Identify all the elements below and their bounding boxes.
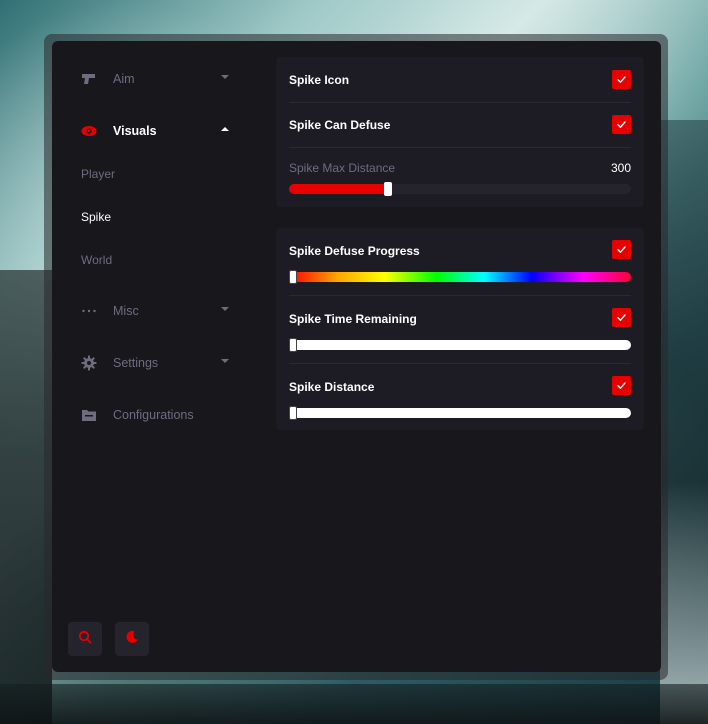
spike-max-distance-label: Spike Max Distance [289, 161, 396, 175]
color-picker-handle[interactable] [289, 270, 297, 284]
sidebar: Aim Visuals Player Spike World Misc Sett… [52, 41, 262, 672]
sidebar-item-label: Misc [113, 304, 139, 318]
chevron-down-icon [221, 75, 229, 79]
spike-max-distance-value: 300 [610, 161, 631, 175]
color-picker-handle[interactable] [289, 406, 297, 420]
chevron-down-icon [221, 359, 229, 363]
spike-defuse-progress-checkbox[interactable] [612, 240, 631, 259]
spike-distance-row: Spike Distance [289, 376, 631, 421]
spike-defuse-progress-color-picker[interactable] [289, 270, 631, 284]
spike-color-panel: Spike Defuse Progress Spike Time Remaini… [276, 228, 644, 430]
menu-window: Aim Visuals Player Spike World Misc Sett… [52, 41, 661, 672]
sidebar-item-label: Aim [113, 72, 135, 86]
spike-time-remaining-label: Spike Time Remaining [289, 312, 417, 326]
spike-icon-row: Spike Icon [289, 70, 631, 89]
divider [289, 363, 631, 364]
background-bottom [0, 684, 708, 724]
sidebar-item-misc[interactable]: Misc [81, 300, 229, 322]
sidebar-item-label: Visuals [113, 124, 157, 138]
sidebar-subitem-player[interactable]: Player [81, 167, 115, 181]
sidebar-item-aim[interactable]: Aim [81, 68, 229, 90]
sidebar-subitem-spike[interactable]: Spike [81, 210, 111, 224]
spike-icon-label: Spike Icon [289, 73, 350, 87]
check-icon [617, 314, 626, 321]
sidebar-subitem-world[interactable]: World [81, 253, 112, 267]
folder-icon [81, 407, 97, 423]
sidebar-item-configurations[interactable]: Configurations [81, 404, 229, 426]
spike-can-defuse-label: Spike Can Defuse [289, 118, 391, 132]
chevron-down-icon [221, 307, 229, 311]
chevron-up-icon [221, 127, 229, 131]
divider [289, 295, 631, 296]
spike-can-defuse-row: Spike Can Defuse [289, 115, 631, 134]
dots-icon [81, 303, 97, 319]
check-icon [617, 246, 626, 253]
search-button[interactable] [68, 622, 102, 656]
sidebar-item-visuals[interactable]: Visuals [81, 120, 229, 142]
spike-defuse-progress-label: Spike Defuse Progress [289, 244, 420, 258]
check-icon [617, 121, 626, 128]
color-picker-handle[interactable] [289, 338, 297, 352]
theme-toggle-button[interactable] [115, 622, 149, 656]
spike-time-remaining-checkbox[interactable] [612, 308, 631, 327]
check-icon [617, 76, 626, 83]
divider [289, 147, 631, 148]
eye-icon [81, 123, 97, 139]
sidebar-item-settings[interactable]: Settings [81, 352, 229, 374]
sidebar-item-label: Configurations [113, 408, 194, 422]
spike-can-defuse-checkbox[interactable] [612, 115, 631, 134]
slider-handle[interactable] [384, 182, 393, 196]
spike-settings-panel: Spike Icon Spike Can Defuse Spike Max Di… [276, 57, 644, 207]
sidebar-item-label: Settings [113, 356, 159, 370]
check-icon [617, 382, 626, 389]
gear-icon [81, 355, 97, 371]
gun-icon [81, 71, 97, 87]
divider [289, 102, 631, 103]
spike-max-distance-slider[interactable] [289, 182, 631, 196]
spike-time-remaining-row: Spike Time Remaining [289, 308, 631, 353]
spike-distance-label: Spike Distance [289, 380, 375, 394]
search-icon [78, 630, 92, 649]
spike-max-distance-row: Spike Max Distance 300 [289, 161, 631, 201]
spike-distance-color-picker[interactable] [289, 406, 631, 420]
spike-defuse-progress-row: Spike Defuse Progress [289, 240, 631, 285]
slider-fill [289, 184, 389, 194]
spike-time-remaining-color-picker[interactable] [289, 338, 631, 352]
spike-icon-checkbox[interactable] [612, 70, 631, 89]
moon-icon [125, 630, 139, 649]
spike-distance-checkbox[interactable] [612, 376, 631, 395]
